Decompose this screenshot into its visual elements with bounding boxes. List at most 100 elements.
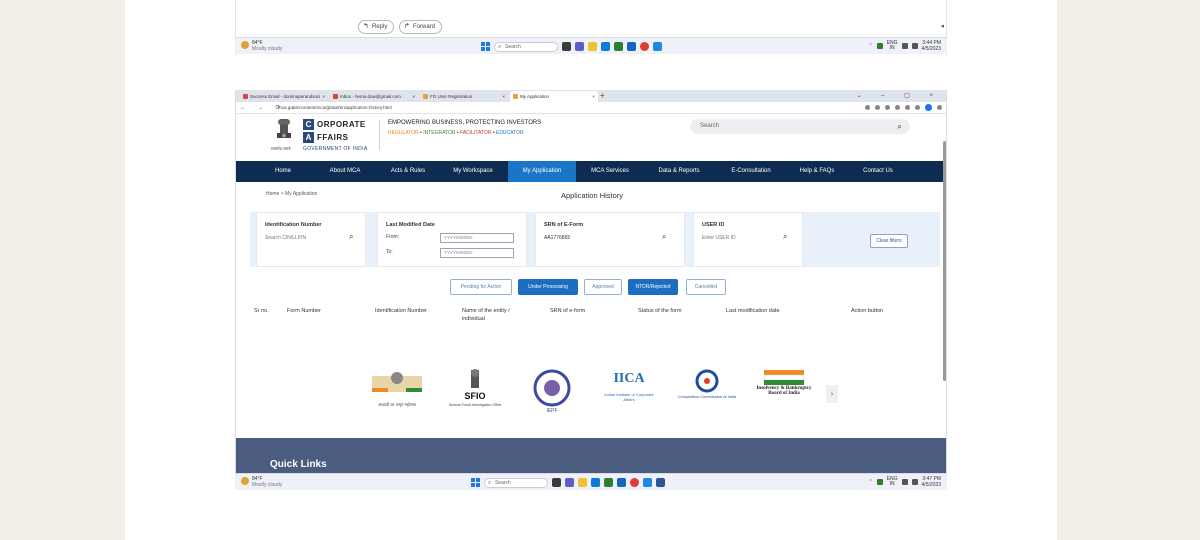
tray-chevron-icon[interactable]: ⌃	[868, 43, 872, 49]
page-scrollbar[interactable]	[943, 141, 946, 381]
task-view-icon[interactable]	[562, 42, 571, 51]
edge-icon[interactable]	[601, 42, 610, 51]
file-explorer-icon[interactable]	[578, 478, 587, 487]
cci-logo[interactable]: Competition Commission of India	[672, 368, 742, 418]
nav-home[interactable]: Home	[254, 161, 312, 182]
search-icon[interactable]: ⌕	[662, 232, 666, 242]
iepf-emblem-icon	[533, 369, 571, 407]
volume-icon[interactable]	[911, 43, 918, 49]
wifi-icon[interactable]	[901, 43, 908, 49]
browser-tab-1[interactable]: Success Email - dominaperandsoci ×	[240, 91, 328, 102]
browser-tab-2[interactable]: Inbox - hema.dow@gmail.com ×	[330, 91, 418, 102]
share-icon[interactable]	[875, 105, 880, 110]
identification-input[interactable]: Search CIN/LLPIN	[265, 235, 306, 241]
chevron-right-icon[interactable]: ›	[826, 385, 838, 403]
weather-widget[interactable]: 84°F Mostly cloudy	[241, 476, 282, 488]
tray-app-icon[interactable]	[876, 43, 883, 49]
nav-e-consultation[interactable]: E-Consultation	[714, 161, 788, 182]
volume-icon[interactable]	[911, 479, 918, 485]
lang-sub-label: IN	[889, 45, 895, 51]
site-search-input[interactable]: Search ⌕	[690, 119, 910, 134]
approved-button[interactable]: Approved	[584, 279, 622, 295]
language-indicator[interactable]: ENG IN	[887, 477, 898, 487]
clock[interactable]: 3:47 PM 4/5/2023	[922, 476, 941, 488]
chat-icon[interactable]	[565, 478, 574, 487]
nav-my-workspace[interactable]: My Workspace	[438, 161, 508, 182]
srn-input[interactable]: AA1776865	[544, 235, 570, 241]
nav-contact-us[interactable]: Contact Us	[846, 161, 910, 182]
taskbar-top: 84°F Mostly cloudy ⌕ Search ⌃ ENG IN 3:44 …	[235, 37, 947, 54]
close-icon[interactable]: ×	[322, 91, 325, 102]
nav-my-application[interactable]: My Application	[508, 161, 576, 182]
sidebar-icon[interactable]	[915, 105, 920, 110]
chrome-icon[interactable]	[630, 478, 639, 487]
iepf-logo[interactable]: IEPF	[528, 368, 576, 418]
close-icon[interactable]: ×	[502, 91, 505, 102]
windows-start-icon[interactable]	[481, 42, 490, 51]
quick-links-title: Quick Links	[270, 459, 327, 470]
nav-mca-services[interactable]: MCA Services	[576, 161, 644, 182]
search-icon[interactable]: ⌕	[349, 232, 353, 242]
cancelled-button[interactable]: Cancelled	[686, 279, 726, 295]
chrome-icon[interactable]	[640, 42, 649, 51]
task-view-icon[interactable]	[552, 478, 561, 487]
new-tab-icon[interactable]: +	[600, 90, 605, 102]
word-icon[interactable]	[643, 478, 652, 487]
azadi-ka-amrit-mahotsav-logo[interactable]: आज़ादी का अमृत महोत्सव	[366, 368, 428, 418]
sfio-logo[interactable]: SFIO Serious Fraud Investigation Office	[446, 368, 504, 418]
bookmark-star-icon[interactable]	[895, 105, 900, 110]
taskbar-search[interactable]: ⌕ Search	[484, 477, 548, 488]
tray-app-icon[interactable]	[876, 479, 883, 485]
close-icon[interactable]: ×	[412, 91, 415, 102]
clear-filters-button[interactable]: Clear filters	[870, 234, 908, 248]
menu-dots-icon[interactable]	[937, 105, 942, 110]
edge-icon[interactable]	[591, 478, 600, 487]
mca-logo[interactable]: C ORPORATE A FFAIRS GOVERNMENT OF INDIA	[303, 118, 373, 152]
identification-label: Identification Number	[265, 222, 322, 228]
reply-button[interactable]: ↰ Reply	[358, 20, 395, 34]
profile-avatar[interactable]	[925, 104, 932, 111]
word-doc-icon[interactable]	[656, 478, 665, 487]
ntdr-rejected-button[interactable]: NTDR/Rejected	[628, 279, 678, 295]
weather-widget[interactable]: 84°F Mostly cloudy	[241, 40, 282, 52]
column-action: Action button	[851, 308, 884, 314]
iica-logo[interactable]: IICA Indian Institute of Corporate Affai…	[602, 368, 656, 418]
gmail-icon	[333, 94, 338, 99]
nav-acts-rules[interactable]: Acts & Rules	[378, 161, 438, 182]
taskbar-search[interactable]: ⌕ Search	[494, 41, 558, 52]
tray-chevron-icon[interactable]: ⌃	[868, 479, 872, 485]
nav-help-faqs[interactable]: Help & FAQs	[788, 161, 846, 182]
wifi-icon[interactable]	[901, 479, 908, 485]
user-id-input[interactable]: Enter USER ID	[702, 235, 736, 241]
store-icon[interactable]	[614, 42, 623, 51]
ibbi-logo[interactable]: Insolvency & Bankruptcy Board of India	[752, 368, 816, 418]
file-explorer-icon[interactable]	[588, 42, 597, 51]
scroll-left-icon[interactable]: ◂	[940, 22, 944, 30]
word-icon[interactable]	[653, 42, 662, 51]
close-icon[interactable]: ×	[592, 91, 595, 102]
under-processing-button[interactable]: Under Processing	[518, 279, 578, 295]
extensions-icon[interactable]	[905, 105, 910, 110]
language-indicator[interactable]: ENG IN	[887, 41, 898, 51]
nav-about-mca[interactable]: About MCA	[312, 161, 378, 182]
browser-tab-4[interactable]: My Application ×	[510, 91, 598, 102]
from-date-input[interactable]: YYYY/MM/DD	[440, 233, 514, 243]
mail-app-icon[interactable]	[617, 478, 626, 487]
zoom-icon[interactable]	[885, 105, 890, 110]
clock[interactable]: 3:44 PM 4/5/2023	[922, 40, 941, 52]
search-icon[interactable]: ⌕	[783, 232, 787, 242]
url-field[interactable]: mca.gov.in/content/mca/global/en/applica…	[278, 104, 844, 112]
to-date-input[interactable]: YYYY/MM/DD	[440, 248, 514, 258]
windows-start-icon[interactable]	[471, 478, 480, 487]
store-icon[interactable]	[604, 478, 613, 487]
pending-for-action-button[interactable]: Pending for Action	[450, 279, 512, 295]
browser-tab-3[interactable]: FO User Registration ×	[420, 91, 508, 102]
google-icon[interactable]	[865, 105, 870, 110]
window-controls[interactable]: ⌄ – ▢ ×	[856, 90, 942, 102]
forward-button[interactable]: ↱ Forward	[399, 20, 443, 34]
mail-app-icon[interactable]	[627, 42, 636, 51]
search-icon[interactable]: ⌕	[898, 119, 902, 134]
chat-icon[interactable]	[575, 42, 584, 51]
identification-filter: Identification Number Search CIN/LLPIN ⌕	[256, 212, 366, 267]
nav-data-reports[interactable]: Data & Reports	[644, 161, 714, 182]
